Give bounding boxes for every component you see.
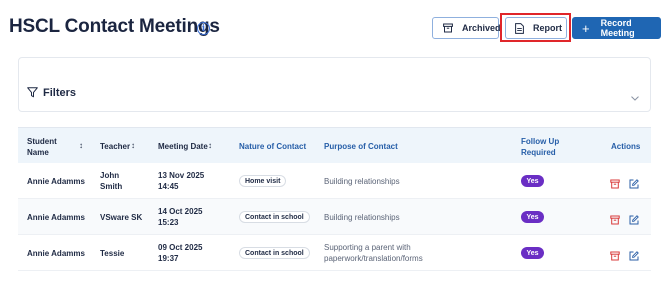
sort-icon[interactable]: ↕ <box>131 141 135 150</box>
sort-icon[interactable]: ↕ <box>208 141 212 150</box>
trash-icon[interactable] <box>610 212 620 225</box>
purpose-text: Supporting a parent with paperwork/trans… <box>324 243 423 263</box>
teacher-name: Tessie <box>100 249 125 258</box>
student-name: Annie Adamms <box>27 213 85 222</box>
nature-chip: Home visit <box>239 175 287 187</box>
column-header-nature: Nature of Contact <box>239 142 307 151</box>
table-row[interactable]: Annie Adamms VSware SK 14 Oct 2025 15:23… <box>18 199 651 235</box>
follow-up-badge: Yes <box>521 211 544 223</box>
follow-up-badge: Yes <box>521 175 544 187</box>
student-name: Annie Adamms <box>27 249 85 258</box>
plus-icon: + <box>582 20 590 36</box>
table-row[interactable]: Annie Adamms John Smith 13 Nov 2025 14:4… <box>18 163 651 199</box>
report-highlight-box <box>500 13 571 42</box>
meeting-date: 14 Oct 2025 15:23 <box>158 207 203 227</box>
chevron-down-icon[interactable] <box>631 88 639 106</box>
filters-label: Filters <box>43 87 77 99</box>
nature-chip: Contact in school <box>239 247 310 259</box>
column-header-teacher[interactable]: Teacher <box>100 141 130 152</box>
archived-button[interactable]: Archived <box>432 17 501 39</box>
meeting-date: 09 Oct 2025 19:37 <box>158 243 203 263</box>
record-meeting-button[interactable]: + Record Meeting <box>572 17 661 39</box>
teacher-name: VSware SK <box>100 213 143 222</box>
column-header-meeting-date[interactable]: Meeting Date <box>158 141 208 152</box>
info-icon[interactable]: i <box>197 22 210 35</box>
nature-chip: Contact in school <box>239 211 310 223</box>
filters-panel[interactable]: Filters <box>18 57 651 112</box>
archived-button-label: Archived <box>462 23 501 33</box>
purpose-text: Building relationships <box>324 177 400 186</box>
table-row[interactable]: Annie Adamms Tessie 09 Oct 2025 19:37 Co… <box>18 235 651 271</box>
record-meeting-label: Record Meeting <box>600 18 635 38</box>
table-header: Student Name ↕ Teacher ↕ Meeting Date ↕ … <box>18 127 651 163</box>
edit-icon[interactable] <box>629 248 639 261</box>
column-header-purpose: Purpose of Contact <box>324 142 398 151</box>
filter-icon <box>27 85 38 103</box>
teacher-name: John Smith <box>100 171 123 191</box>
page-title: HSCL Contact Meetings <box>9 16 220 37</box>
meetings-table: Student Name ↕ Teacher ↕ Meeting Date ↕ … <box>18 127 651 285</box>
meeting-date: 13 Nov 2025 14:45 <box>158 171 205 191</box>
column-header-actions: Actions <box>611 142 641 151</box>
sort-icon[interactable]: ↕ <box>79 141 83 150</box>
trash-icon[interactable] <box>610 176 620 189</box>
archive-icon <box>443 23 453 33</box>
column-header-follow-up: Follow Up Required <box>521 137 560 157</box>
follow-up-badge: Yes <box>521 247 544 259</box>
column-header-student[interactable]: Student Name <box>27 136 57 158</box>
student-name: Annie Adamms <box>27 177 85 186</box>
edit-icon[interactable] <box>629 176 639 189</box>
purpose-text: Building relationships <box>324 213 400 222</box>
trash-icon[interactable] <box>610 248 620 261</box>
edit-icon[interactable] <box>629 212 639 225</box>
